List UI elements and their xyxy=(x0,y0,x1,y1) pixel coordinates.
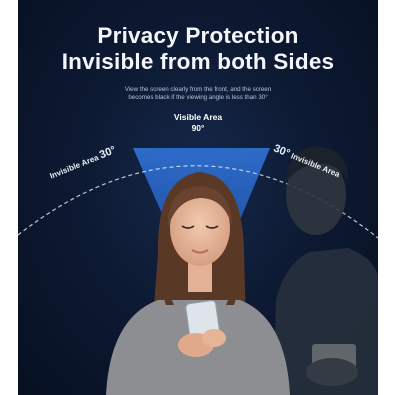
woman-figure xyxy=(106,172,290,395)
headline-line-1: Privacy Protection xyxy=(97,23,299,48)
visible-area-text: Visible Area xyxy=(173,112,223,122)
product-poster: Privacy Protection Invisible from both S… xyxy=(18,0,378,395)
visible-area-angle: 90° xyxy=(191,122,205,133)
headline-line-2: Invisible from both Sides xyxy=(61,49,335,74)
man-silhouette xyxy=(273,146,378,395)
subtitle-line-2: becomes black if the viewing angle is le… xyxy=(128,94,268,101)
subtitle-line-1: View the screen clearly from the front, … xyxy=(124,86,272,93)
visible-area-label: Visible Area 90° xyxy=(18,112,378,133)
